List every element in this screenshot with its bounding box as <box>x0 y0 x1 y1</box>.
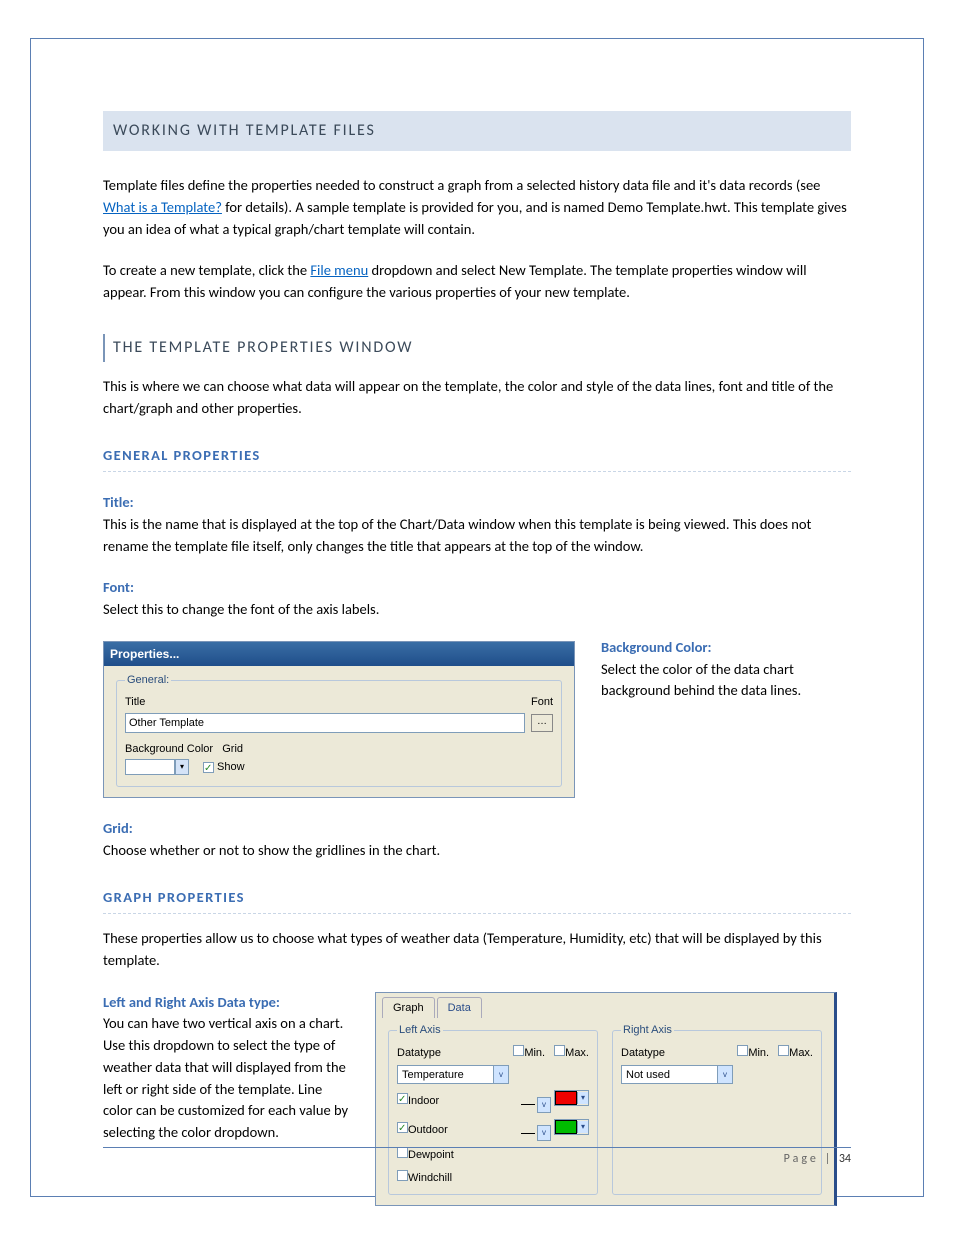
indoor-color-dropdown[interactable]: ▾ <box>554 1090 589 1106</box>
para-bgcolor: Select the color of the data chart backg… <box>601 659 851 703</box>
para-title: This is the name that is displayed at th… <box>103 514 851 558</box>
fieldset-right-axis: Right Axis Datatype Min. Max. Not usedv <box>612 1022 822 1195</box>
heading-template-properties: THE TEMPLATE PROPERTIES WINDOW <box>103 334 851 362</box>
label-title: Title: <box>103 492 851 514</box>
heading-working: WORKING WITH TEMPLATE FILES <box>103 111 851 151</box>
outdoor-linestyle-dropdown[interactable]: v <box>519 1125 551 1141</box>
left-indoor-checkbox[interactable]: Indoor <box>397 1093 439 1110</box>
right-axis-legend: Right Axis <box>621 1022 674 1039</box>
left-windchill-checkbox[interactable]: Windchill <box>397 1170 452 1187</box>
para-working-1: Template files define the properties nee… <box>103 175 851 240</box>
dialog-grid-label: Grid <box>222 743 243 755</box>
left-datatype-label: Datatype <box>397 1045 441 1062</box>
right-datatype-dropdown[interactable]: Not usedv <box>621 1065 733 1084</box>
tab-graph[interactable]: Graph <box>382 997 435 1019</box>
heading-general-properties: GENERAL PROPERTIES <box>103 445 851 472</box>
grid-show-checkbox[interactable]: Show <box>203 759 245 776</box>
label-axis-datatype: Left and Right Axis Data type: <box>103 992 349 1014</box>
graph-data-panel: Graph Data Left Axis Datatype Min. Max. <box>375 992 837 1207</box>
para-font: Select this to change the font of the ax… <box>103 599 851 621</box>
para-tpw: This is where we can choose what data wi… <box>103 376 851 420</box>
dialog-font-label: Font <box>531 694 553 711</box>
bgcolor-dropdown-button[interactable]: ▾ <box>175 759 189 775</box>
dialog-titlebar: Properties... <box>104 642 574 666</box>
label-grid: Grid: <box>103 818 851 840</box>
left-max-checkbox[interactable]: Max. <box>554 1047 589 1059</box>
para-axis: You can have two vertical axis on a char… <box>103 1013 349 1144</box>
left-min-checkbox[interactable]: Min. <box>513 1047 545 1059</box>
dialog-title-label: Title <box>125 694 145 711</box>
right-min-checkbox[interactable]: Min. <box>737 1047 769 1059</box>
heading-graph-properties: GRAPH PROPERTIES <box>103 887 851 914</box>
left-outdoor-checkbox[interactable]: Outdoor <box>397 1122 448 1139</box>
font-browse-button[interactable]: … <box>531 714 553 732</box>
tab-data[interactable]: Data <box>437 997 482 1019</box>
footer-page: Page | 34 <box>784 1150 851 1168</box>
fieldset-general-legend: General: <box>125 672 171 689</box>
label-font: Font: <box>103 577 851 599</box>
right-max-checkbox[interactable]: Max. <box>778 1047 813 1059</box>
chevron-down-icon: v <box>493 1066 508 1083</box>
properties-dialog: Properties... General: Title Font … <box>103 641 575 798</box>
outdoor-color-dropdown[interactable]: ▾ <box>554 1119 589 1135</box>
left-datatype-dropdown[interactable]: Temperaturev <box>397 1065 509 1084</box>
fieldset-left-axis: Left Axis Datatype Min. Max. Temperature… <box>388 1022 598 1195</box>
para-grid: Choose whether or not to show the gridli… <box>103 840 851 862</box>
right-datatype-label: Datatype <box>621 1045 665 1062</box>
para-graph: These properties allow us to choose what… <box>103 928 851 972</box>
indoor-linestyle-dropdown[interactable]: v <box>519 1097 551 1113</box>
label-background-color: Background Color: <box>601 637 851 659</box>
dialog-bgcolor-label: Background Color <box>125 743 213 755</box>
footer-rule <box>103 1147 851 1148</box>
link-file-menu[interactable]: File menu <box>310 261 368 279</box>
title-input[interactable] <box>125 713 525 733</box>
bgcolor-swatch[interactable] <box>125 759 175 775</box>
left-axis-legend: Left Axis <box>397 1022 443 1039</box>
chevron-down-icon: v <box>717 1066 732 1083</box>
left-dewpoint-checkbox[interactable]: Dewpoint <box>397 1147 454 1164</box>
link-what-is-template[interactable]: What is a Template? <box>103 198 222 216</box>
para-working-2: To create a new template, click the File… <box>103 260 851 304</box>
checkbox-icon <box>203 762 214 773</box>
